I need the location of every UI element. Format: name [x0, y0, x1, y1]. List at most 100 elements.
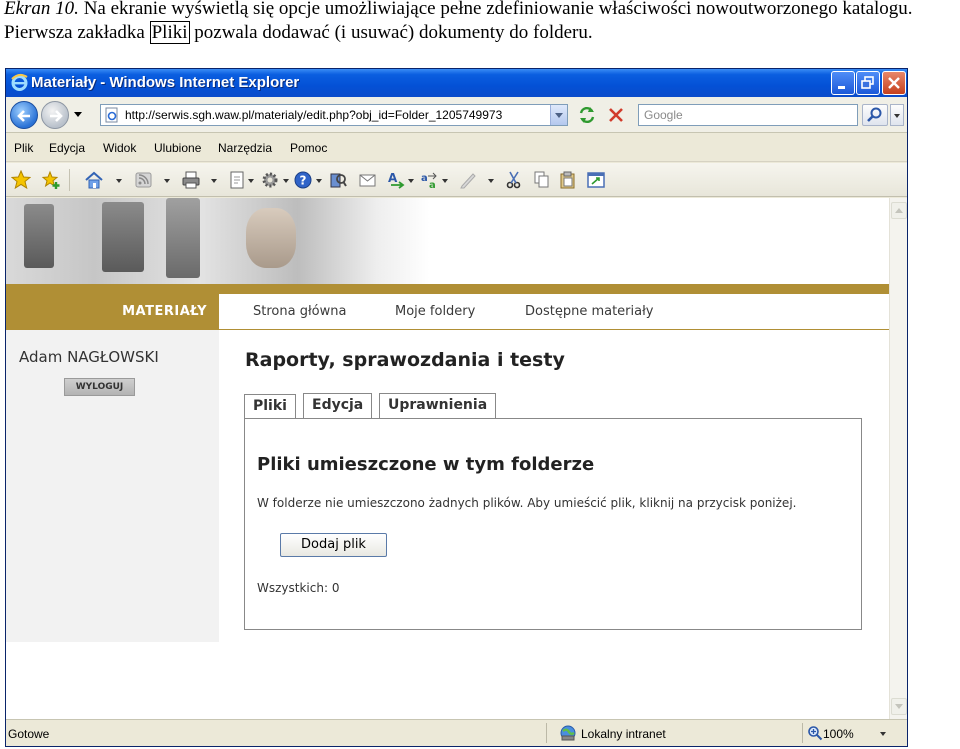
- close-icon: [888, 77, 900, 89]
- header-banner-photo: [6, 198, 889, 284]
- forward-button[interactable]: [41, 101, 69, 129]
- command-toolbar: ? A aa: [6, 163, 907, 197]
- caption-line-2-start: Pierwsza zakładka: [4, 22, 150, 43]
- page-viewport: MATERIAŁY Strona główna Moje foldery Dos…: [6, 198, 889, 719]
- minimize-button[interactable]: [831, 71, 855, 95]
- zoom-icon[interactable]: [807, 725, 823, 741]
- logout-button[interactable]: WYLOGUJ: [64, 378, 135, 396]
- copy-icon[interactable]: [532, 170, 552, 190]
- caption-line-1-text: Na ekranie wyświetlą się opcje umożliwia…: [78, 0, 913, 19]
- photo-shape: [24, 204, 54, 268]
- menu-favorites[interactable]: Ulubione: [154, 141, 201, 155]
- add-favorite-icon[interactable]: [41, 170, 61, 190]
- tab-edit[interactable]: Edycja: [303, 393, 373, 418]
- menu-help[interactable]: Pomoc: [290, 141, 327, 155]
- history-dropdown-icon[interactable]: [74, 112, 82, 117]
- status-separator: [802, 723, 803, 743]
- search-options-button[interactable]: [890, 104, 904, 126]
- back-button[interactable]: [10, 101, 38, 129]
- refresh-icon[interactable]: [576, 105, 598, 125]
- status-bar: Gotowe Lokalny intranet 100%: [6, 719, 907, 746]
- print-icon[interactable]: [181, 170, 201, 190]
- stop-icon[interactable]: [605, 105, 627, 125]
- search-button[interactable]: [862, 104, 888, 126]
- search-input[interactable]: Google: [638, 104, 858, 126]
- menu-edit[interactable]: Edycja: [49, 141, 85, 155]
- address-dropdown-button[interactable]: [550, 105, 567, 125]
- header-gold-stripe: [6, 284, 889, 294]
- folder-title: Raporty, sprawozdania i testy: [245, 349, 565, 371]
- edit-pencil-icon[interactable]: [458, 170, 478, 190]
- restore-icon: [861, 76, 874, 89]
- mail-icon[interactable]: [358, 170, 378, 190]
- address-text: http://serwis.sgh.waw.pl/materialy/edit.…: [125, 108, 503, 122]
- svg-text:a: a: [421, 173, 428, 184]
- site-nav: MATERIAŁY Strona główna Moje foldery Dos…: [6, 294, 889, 330]
- translate-icon[interactable]: aa: [420, 170, 440, 190]
- tab-files[interactable]: Pliki: [244, 394, 296, 419]
- zoom-level[interactable]: 100%: [823, 727, 854, 741]
- home-icon[interactable]: [84, 170, 104, 190]
- files-panel: Pliki umieszczone w tym folderze W folde…: [244, 418, 862, 630]
- menu-file[interactable]: Plik: [14, 141, 33, 155]
- menu-view[interactable]: Widok: [103, 141, 136, 155]
- edit-dropdown-icon[interactable]: [488, 179, 494, 183]
- feeds-dropdown-icon[interactable]: [164, 179, 170, 183]
- svg-text:A: A: [388, 171, 398, 185]
- feeds-icon[interactable]: [134, 170, 154, 190]
- paste-clipboard-icon[interactable]: [558, 170, 578, 190]
- add-file-button[interactable]: Dodaj plik: [280, 533, 387, 557]
- search-placeholder: Google: [644, 108, 683, 122]
- tools-gear-icon[interactable]: [260, 170, 280, 190]
- security-zone-label: Lokalny intranet: [581, 727, 666, 741]
- user-name: Adam NAGŁOWSKI: [19, 348, 159, 366]
- scroll-up-button[interactable]: [891, 202, 907, 219]
- zoom-dropdown-icon[interactable]: [880, 732, 886, 736]
- help-dropdown-icon[interactable]: [316, 179, 322, 183]
- nav-available-materials-link[interactable]: Dostępne materiały: [525, 304, 654, 319]
- address-bar-row: http://serwis.sgh.waw.pl/materialy/edit.…: [6, 97, 907, 133]
- maximize-button[interactable]: [856, 71, 880, 95]
- search-icon: [867, 107, 882, 122]
- scroll-down-button[interactable]: [891, 698, 907, 715]
- menu-bar: Plik Edycja Widok Ulubione Narzędzia Pom…: [6, 134, 907, 162]
- vertical-scrollbar[interactable]: [889, 198, 907, 719]
- caption-line-2-end: pozwala dodawać (i usuwać) dokumenty do …: [189, 22, 593, 43]
- translate-dropdown-icon[interactable]: [442, 179, 448, 183]
- svg-text:?: ?: [300, 174, 307, 188]
- print-dropdown-icon[interactable]: [211, 179, 217, 183]
- browser-window: Materiały - Windows Internet Explorer ht…: [5, 68, 908, 747]
- encoding-icon[interactable]: A: [386, 170, 406, 190]
- encoding-dropdown-icon[interactable]: [408, 179, 414, 183]
- home-dropdown-icon[interactable]: [116, 179, 122, 183]
- back-arrow-icon: [17, 110, 30, 122]
- panel-title: Pliki umieszczone w tym folderze: [257, 454, 595, 475]
- title-bar: Materiały - Windows Internet Explorer: [6, 69, 907, 97]
- status-text: Gotowe: [8, 727, 50, 741]
- address-field[interactable]: http://serwis.sgh.waw.pl/materialy/edit.…: [100, 104, 568, 126]
- menu-tools[interactable]: Narzędzia: [218, 141, 272, 155]
- favorites-star-icon[interactable]: [11, 170, 31, 190]
- file-count: Wszystkich: 0: [257, 581, 340, 595]
- empty-folder-message: W folderze nie umieszczono żadnych plikó…: [257, 496, 797, 510]
- site-brand: MATERIAŁY: [6, 294, 219, 329]
- forward-arrow-icon: [50, 110, 63, 122]
- caption-label: Ekran 10.: [4, 0, 79, 19]
- tab-permissions[interactable]: Uprawnienia: [379, 393, 497, 418]
- full-screen-icon[interactable]: [586, 170, 606, 190]
- help-icon[interactable]: ?: [293, 170, 313, 190]
- nav-my-folders-link[interactable]: Moje foldery: [395, 304, 475, 319]
- page-dropdown-icon[interactable]: [248, 179, 254, 183]
- page-icon[interactable]: [228, 170, 248, 190]
- close-button[interactable]: [882, 71, 906, 95]
- toolbar-separator: [69, 169, 70, 191]
- user-sidebar: Adam NAGŁOWSKI WYLOGUJ: [6, 330, 219, 642]
- research-icon[interactable]: [328, 170, 348, 190]
- ie-logo-icon: [11, 73, 28, 91]
- nav-home-link[interactable]: Strona główna: [253, 304, 346, 319]
- caption-line-1: Ekran 10. Na ekranie wyświetlą się opcje…: [4, 0, 913, 20]
- page-ie-icon: [105, 107, 118, 123]
- svg-text:a: a: [429, 180, 436, 190]
- cut-scissors-icon[interactable]: [504, 170, 524, 190]
- tools-dropdown-icon[interactable]: [283, 179, 289, 183]
